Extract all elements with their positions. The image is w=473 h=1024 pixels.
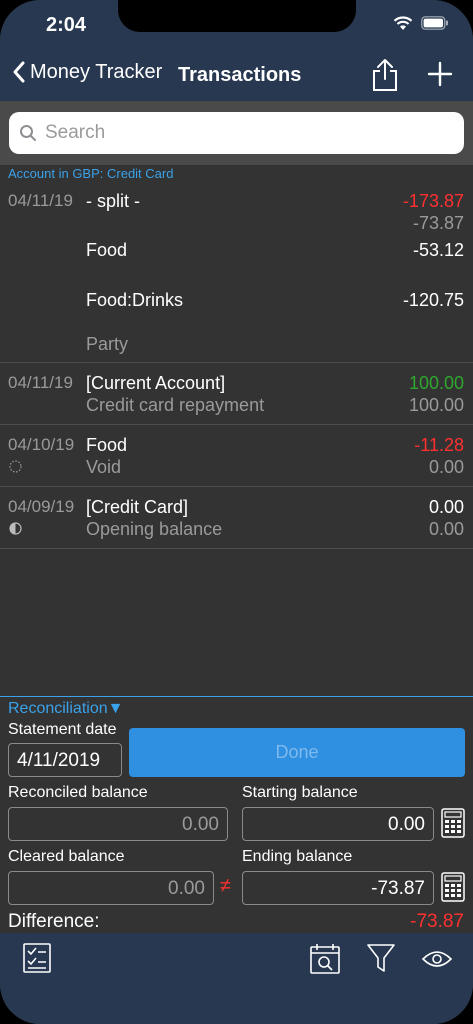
search-bar-container: Search (0, 101, 473, 165)
transaction-payee: Food (86, 435, 128, 455)
ending-balance-field[interactable]: -73.87 (242, 871, 434, 905)
device-notch (118, 0, 356, 32)
transaction-amount: 100.00 (408, 373, 464, 393)
status-time: 2:04 (46, 14, 87, 36)
plus-icon (427, 61, 453, 87)
transaction-memo: Credit card repayment (86, 395, 265, 415)
account-header: Account in GBP: Credit Card (8, 166, 174, 181)
half-circle-icon (9, 522, 22, 535)
transaction-payee: - split - (86, 191, 140, 211)
dotted-circle-icon (9, 460, 22, 473)
transaction-balance: 0.00 (428, 519, 464, 539)
transaction-date: 04/11/19 (8, 191, 73, 210)
reconciled-balance-field: 0.00 (8, 807, 228, 841)
transaction-row[interactable]: 04/09/19 [Credit Card] 0.00 Opening bala… (0, 487, 473, 549)
wifi-icon (393, 16, 413, 30)
cleared-balance-field: 0.00 (8, 871, 214, 905)
split-category: Food:Drinks (86, 290, 184, 310)
reconciled-balance-label: Reconciled balance (8, 784, 148, 801)
statement-date-label: Statement date (8, 721, 117, 738)
difference-label: Difference: (8, 911, 100, 932)
cleared-balance-label: Cleared balance (8, 848, 125, 865)
split-amount: -120.75 (402, 290, 464, 310)
page-title: Transactions (178, 64, 302, 86)
transaction-row[interactable]: 04/11/19 - split - -173.87 -73.87 Food -… (0, 183, 473, 363)
difference-value: -73.87 (410, 911, 464, 932)
transaction-amount: -11.28 (414, 435, 464, 455)
add-transaction-button[interactable] (427, 61, 453, 92)
transaction-amount: 0.00 (428, 497, 464, 517)
transaction-amount: -173.87 (402, 191, 464, 211)
share-icon (373, 59, 397, 91)
ending-balance-label: Ending balance (242, 848, 353, 865)
transaction-payee: [Current Account] (86, 373, 226, 393)
search-input[interactable]: Search (9, 112, 464, 154)
eye-icon[interactable] (422, 949, 452, 969)
statement-date-field[interactable]: 4/11/2019 (8, 743, 122, 777)
transaction-balance: 0.00 (428, 457, 464, 477)
reconciliation-divider (0, 696, 473, 697)
split-amount: -53.12 (412, 240, 464, 260)
filter-icon[interactable] (367, 943, 395, 973)
starting-balance-label: Starting balance (242, 784, 358, 801)
transaction-date: 04/10/19 (8, 435, 75, 454)
transaction-memo: Party (86, 334, 129, 354)
bottom-toolbar (0, 933, 473, 1024)
transaction-memo: Void (86, 457, 122, 477)
calculator-icon[interactable] (441, 808, 465, 838)
battery-icon (421, 16, 448, 30)
share-button[interactable] (371, 58, 399, 97)
app-screen: 2:04 Money Tracker Transactions Search A… (0, 0, 473, 1024)
search-icon (20, 125, 36, 141)
starting-balance-field[interactable]: 0.00 (242, 807, 434, 841)
transaction-payee: [Credit Card] (86, 497, 189, 517)
transaction-balance: -73.87 (412, 213, 464, 233)
transaction-balance: 100.00 (408, 395, 464, 415)
navigation-bar: 2:04 Money Tracker Transactions (0, 0, 473, 101)
calculator-icon[interactable] (441, 872, 465, 902)
transaction-date: 04/11/19 (8, 373, 73, 392)
not-equal-sign: ≠ (220, 875, 231, 897)
transaction-row[interactable]: 04/10/19 Food -11.28 Void 0.00 (0, 425, 473, 487)
calendar-search-icon[interactable] (310, 943, 340, 975)
done-button[interactable]: Done (129, 728, 465, 777)
search-placeholder: Search (45, 122, 106, 143)
status-icons (393, 15, 449, 31)
transaction-memo: Opening balance (86, 519, 223, 539)
transaction-date: 04/09/19 (8, 497, 75, 516)
transaction-row[interactable]: 04/11/19 [Current Account] 100.00 Credit… (0, 363, 473, 425)
reconciliation-toggle[interactable]: Reconciliation▼ (8, 700, 123, 718)
chevron-left-icon (13, 61, 25, 83)
back-button[interactable]: Money Tracker (12, 60, 162, 84)
checklist-icon[interactable] (23, 943, 51, 973)
split-category: Food (86, 240, 128, 260)
back-label: Money Tracker (30, 60, 163, 83)
